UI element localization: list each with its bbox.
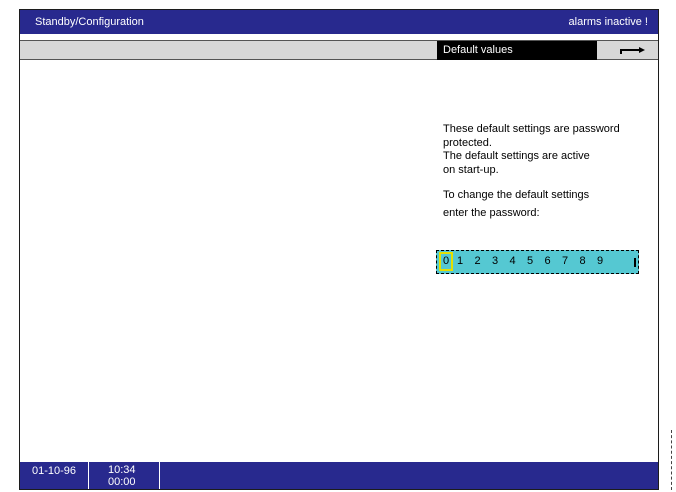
status-bar: 01-10-96 10:34 00:00 [20, 462, 658, 489]
info-line: The default settings are active [443, 150, 590, 162]
digit-3[interactable]: 3 [492, 255, 498, 267]
date-cell: 01-10-96 [20, 462, 89, 489]
menu-bar: Default values [20, 40, 658, 60]
alarm-status: alarms inactive ! [568, 16, 648, 28]
info-text: These default settings are password prot… [443, 123, 653, 220]
main-window: Standby/Configuration alarms inactive ! … [19, 9, 659, 490]
title-bar: Standby/Configuration alarms inactive ! [20, 10, 658, 34]
digit-1[interactable]: 1 [457, 255, 463, 267]
return-button[interactable] [597, 41, 658, 60]
scroll-end-marker [634, 258, 636, 267]
digit-5[interactable]: 5 [527, 255, 533, 267]
digit-0[interactable]: 0 [439, 252, 453, 271]
digit-7[interactable]: 7 [562, 255, 568, 267]
digit-8[interactable]: 8 [580, 255, 586, 267]
info-line: on start-up. [443, 163, 499, 176]
elapsed-value: 00:00 [108, 476, 136, 488]
time-cell: 10:34 00:00 [89, 462, 160, 489]
time-value: 10:34 [108, 464, 136, 476]
password-digit-selector[interactable]: 9876543210 [436, 250, 639, 274]
screen-title: Standby/Configuration [35, 16, 144, 28]
edge-dots [671, 430, 672, 490]
digit-2[interactable]: 2 [475, 255, 481, 267]
info-line: To change the default settings [443, 189, 590, 201]
digit-4[interactable]: 4 [510, 255, 516, 267]
return-arrow-icon [620, 47, 645, 54]
info-line: protected. [443, 136, 492, 149]
info-line: These default settings are password [443, 123, 620, 135]
digit-9[interactable]: 9 [597, 255, 603, 267]
date-value: 01-10-96 [32, 465, 77, 477]
info-line: enter the password: [443, 206, 540, 219]
digit-6[interactable]: 6 [545, 255, 551, 267]
tab-default-values[interactable]: Default values [437, 41, 597, 60]
tab-default-values-label: Default values [443, 44, 513, 56]
